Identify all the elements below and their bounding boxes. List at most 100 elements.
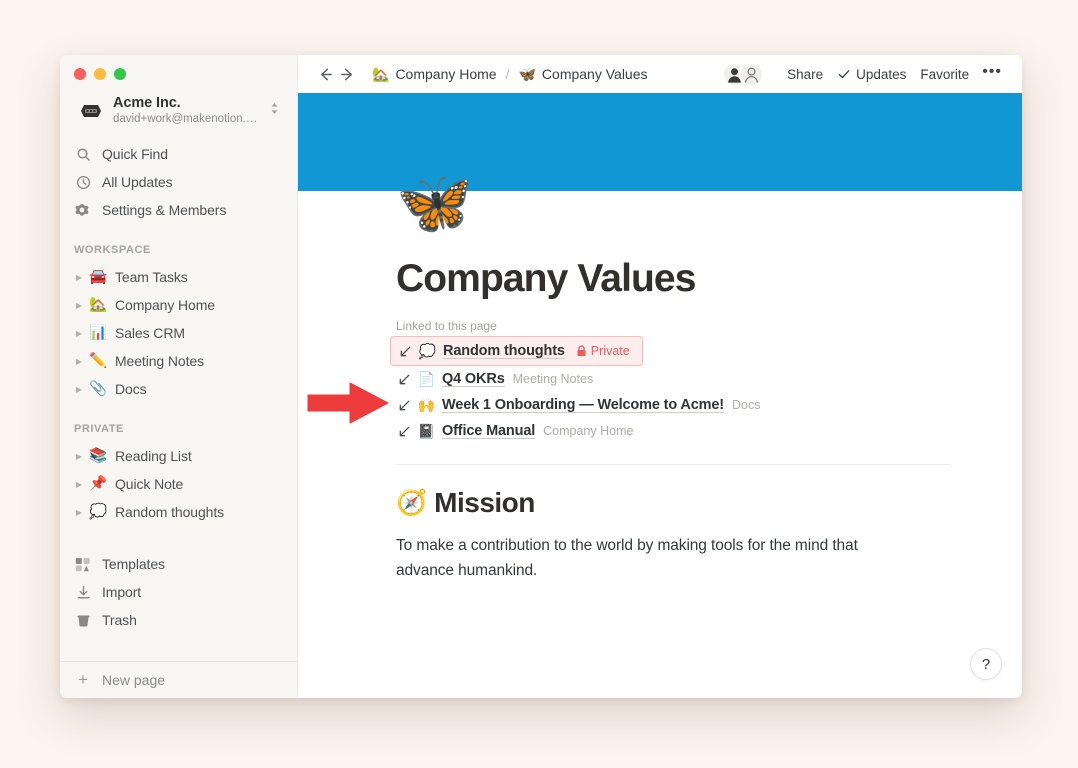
minimize-window-button[interactable] [94, 68, 106, 80]
page-title[interactable]: Company Values [396, 255, 1022, 303]
app-window: Acme Inc. david+work@makenotion.com Quic… [60, 55, 1022, 698]
sidebar-page-random-thoughts[interactable]: ▶ 💭 Random thoughts [66, 498, 291, 526]
sidebar-page-company-home[interactable]: ▶ 🏡 Company Home [66, 291, 291, 319]
disclosure-triangle-icon[interactable]: ▶ [72, 301, 86, 310]
backlink-arrow-icon [397, 345, 413, 358]
backlinks-list: 💭 Random thoughts Private 📄 Q4 OKRs Meet… [390, 336, 1022, 444]
help-button[interactable]: ? [970, 648, 1002, 680]
status-badge-label: Private [590, 344, 630, 358]
page-emoji-icon: 🚘 [88, 268, 108, 285]
sidebar-page-quick-note[interactable]: ▶ 📌 Quick Note [66, 470, 291, 498]
sidebar: Acme Inc. david+work@makenotion.com Quic… [60, 55, 298, 698]
backlink-title: Week 1 Onboarding — Welcome to Acme! [442, 397, 724, 413]
section-heading-mission[interactable]: 🧭 Mission [396, 487, 1022, 519]
clock-icon [74, 175, 92, 190]
disclosure-triangle-icon[interactable]: ▶ [72, 329, 86, 338]
disclosure-triangle-icon[interactable]: ▶ [72, 385, 86, 394]
sidebar-page-docs[interactable]: ▶ 📎 Docs [66, 375, 291, 403]
mission-paragraph[interactable]: To make a contribution to the world by m… [396, 533, 876, 583]
avatar[interactable] [739, 61, 765, 87]
breadcrumb-company-home[interactable]: 🏡 Company Home [367, 62, 502, 86]
sidebar-item-all-updates[interactable]: All Updates [66, 168, 291, 196]
sidebar-item-label: Settings & Members [102, 202, 227, 218]
backlink-arrow-icon [396, 399, 412, 412]
sidebar-page-label: Quick Note [115, 476, 184, 492]
main-panel: 🏡 Company Home / 🦋 Company Values Share … [298, 55, 1022, 698]
disclosure-triangle-icon[interactable]: ▶ [72, 508, 86, 517]
sidebar-item-import[interactable]: Import [66, 578, 291, 606]
compass-icon: 🧭 [396, 488, 428, 517]
disclosure-triangle-icon[interactable]: ▶ [72, 273, 86, 282]
arrow-right-icon [340, 68, 352, 80]
backlink-row-random-thoughts[interactable]: 💭 Random thoughts Private [390, 336, 643, 366]
backlink-emoji-icon: 💭 [418, 343, 437, 359]
disclosure-triangle-icon[interactable]: ▶ [72, 480, 86, 489]
sidebar-page-team-tasks[interactable]: ▶ 🚘 Team Tasks [66, 263, 291, 291]
forward-button[interactable] [336, 63, 358, 85]
breadcrumb-emoji-icon: 🦋 [518, 66, 536, 82]
close-window-button[interactable] [74, 68, 86, 80]
breadcrumb-label: Company Values [541, 66, 648, 82]
sidebar-item-templates[interactable]: Templates [66, 550, 291, 578]
sidebar-page-label: Reading List [115, 448, 192, 464]
page-emoji-icon: 📊 [88, 324, 108, 341]
backlink-title: Office Manual [442, 423, 536, 439]
sidebar-page-reading-list[interactable]: ▶ 📚 Reading List [66, 442, 291, 470]
sidebar-item-label: Trash [102, 612, 137, 628]
sidebar-page-label: Sales CRM [115, 325, 185, 341]
backlink-title: Q4 OKRs [442, 371, 505, 387]
updates-label: Updates [856, 66, 907, 82]
lock-icon [576, 345, 587, 357]
sidebar-page-meeting-notes[interactable]: ▶ ✏️ Meeting Notes [66, 347, 291, 375]
sidebar-page-label: Random thoughts [115, 504, 225, 520]
page-emoji-icon: ✏️ [88, 352, 108, 369]
new-page-label: New page [102, 672, 166, 688]
backlink-row-q4-okrs[interactable]: 📄 Q4 OKRs Meeting Notes [390, 366, 601, 392]
workspace-switcher[interactable]: Acme Inc. david+work@makenotion.com [66, 90, 291, 132]
chevron-updown-icon [269, 101, 281, 121]
backlink-emoji-icon: 📄 [417, 371, 436, 387]
breadcrumb-separator: / [505, 66, 510, 82]
window-controls [60, 55, 297, 87]
heading-text: Mission [434, 487, 535, 518]
updates-button[interactable]: Updates [830, 63, 913, 86]
linked-to-this-page-label: Linked to this page [396, 319, 497, 333]
download-icon [74, 585, 92, 600]
sidebar-section-private-title: PRIVATE [74, 423, 124, 435]
maximize-window-button[interactable] [114, 68, 126, 80]
new-page-button[interactable]: + New page [60, 662, 297, 698]
sidebar-item-label: Templates [102, 556, 165, 572]
share-button[interactable]: Share [780, 63, 830, 86]
acme-logo-icon [80, 100, 102, 122]
sidebar-item-quick-find[interactable]: Quick Find [66, 140, 291, 168]
backlink-row-office-manual[interactable]: 📓 Office Manual Company Home [390, 418, 641, 444]
sidebar-item-trash[interactable]: Trash [66, 606, 291, 634]
page-emoji-icon: 💭 [88, 503, 108, 520]
page-emoji-icon: 📚 [88, 447, 108, 464]
sidebar-item-settings-members[interactable]: Settings & Members [66, 196, 291, 224]
gear-icon [74, 202, 92, 218]
disclosure-triangle-icon[interactable]: ▶ [72, 452, 86, 461]
back-button[interactable] [314, 63, 336, 85]
favorite-button[interactable]: Favorite [913, 63, 976, 86]
arrow-left-icon [320, 68, 332, 80]
trash-icon [74, 613, 92, 628]
breadcrumb-label: Company Home [395, 66, 497, 82]
disclosure-triangle-icon[interactable]: ▶ [72, 357, 86, 366]
person-icon [745, 67, 759, 83]
page-icon[interactable]: 🦋 [396, 173, 473, 235]
sidebar-page-label: Meeting Notes [115, 353, 204, 369]
search-icon [74, 147, 92, 162]
page-emoji-icon: 📌 [88, 475, 108, 492]
sidebar-page-sales-crm[interactable]: ▶ 📊 Sales CRM [66, 319, 291, 347]
more-options-button[interactable]: ••• [976, 61, 1008, 87]
account-text: Acme Inc. david+work@makenotion.com [113, 95, 263, 127]
sidebar-item-label: Import [102, 584, 142, 600]
page-emoji-icon: 🏡 [88, 296, 108, 313]
backlink-parent: Company Home [543, 424, 634, 438]
backlink-row-week-1-onboarding[interactable]: 🙌 Week 1 Onboarding — Welcome to Acme! D… [390, 392, 768, 418]
sidebar-page-label: Docs [115, 381, 147, 397]
breadcrumb-company-values[interactable]: 🦋 Company Values [513, 62, 652, 86]
sidebar-item-label: Quick Find [102, 146, 168, 162]
sidebar-page-label: Company Home [115, 297, 215, 313]
